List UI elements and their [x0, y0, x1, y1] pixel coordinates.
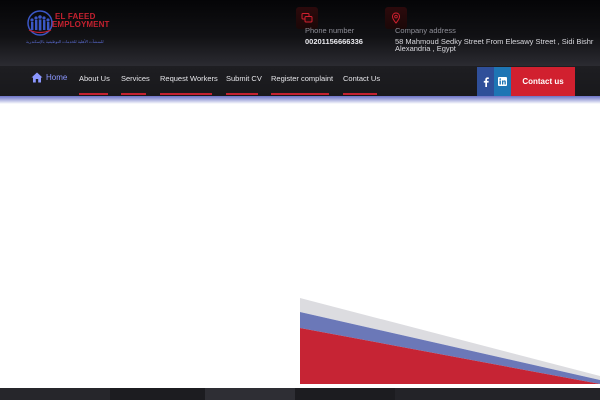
hero-decorative-stripes — [300, 298, 600, 384]
contact-us-button[interactable]: Contact us — [511, 67, 575, 96]
nav-underline-contact-us — [343, 93, 377, 95]
address-label: Company address — [395, 26, 456, 35]
bottom-card-2[interactable] — [205, 388, 295, 400]
nav-underline-about-us — [79, 93, 108, 95]
nav-underline-services — [121, 93, 146, 95]
nav-label-home: Home — [46, 73, 68, 82]
facebook-button[interactable] — [477, 67, 494, 96]
phone-label: Phone number — [305, 26, 355, 35]
people-group-logo-icon — [27, 10, 53, 36]
nav-item-register-complaint[interactable]: Register complaint — [271, 74, 333, 83]
nav-item-home[interactable]: Home — [31, 72, 67, 83]
home-icon — [31, 72, 43, 83]
page: EL FAEED EMPLOYMENT للمنشآت الأهلية للخد… — [0, 0, 600, 400]
linkedin-icon — [498, 77, 507, 86]
nav-item-request-workers[interactable]: Request Workers — [160, 74, 218, 83]
linkedin-button[interactable] — [494, 67, 511, 96]
nav-bottom-glow — [0, 96, 600, 104]
bottom-card-3[interactable] — [395, 388, 600, 400]
nav-underline-register-complaint — [271, 93, 329, 95]
nav-item-services[interactable]: Services — [121, 74, 150, 83]
nav-item-about-us[interactable]: About Us — [79, 74, 110, 83]
nav-item-submit-cv[interactable]: Submit CV — [226, 74, 262, 83]
bottom-card-1[interactable] — [0, 388, 110, 400]
phone-number[interactable]: 00201156666336 — [305, 38, 363, 46]
nav-underline-submit-cv — [226, 93, 258, 95]
nav-underline-request-workers — [160, 93, 212, 95]
top-header: EL FAEED EMPLOYMENT للمنشآت الأهلية للخد… — [0, 0, 600, 66]
logo-arabic-tagline: للمنشآت الأهلية للخدمات التوظيفية بالإسك… — [26, 39, 104, 44]
company-logo[interactable]: EL FAEED EMPLOYMENT للمنشآت الأهلية للخد… — [26, 10, 110, 46]
facebook-icon — [483, 76, 489, 87]
address-line-2: Alexandria , Egypt — [395, 44, 456, 53]
nav-item-contact-us[interactable]: Contact Us — [343, 74, 380, 83]
logo-line-2: EMPLOYMENT — [52, 20, 110, 29]
